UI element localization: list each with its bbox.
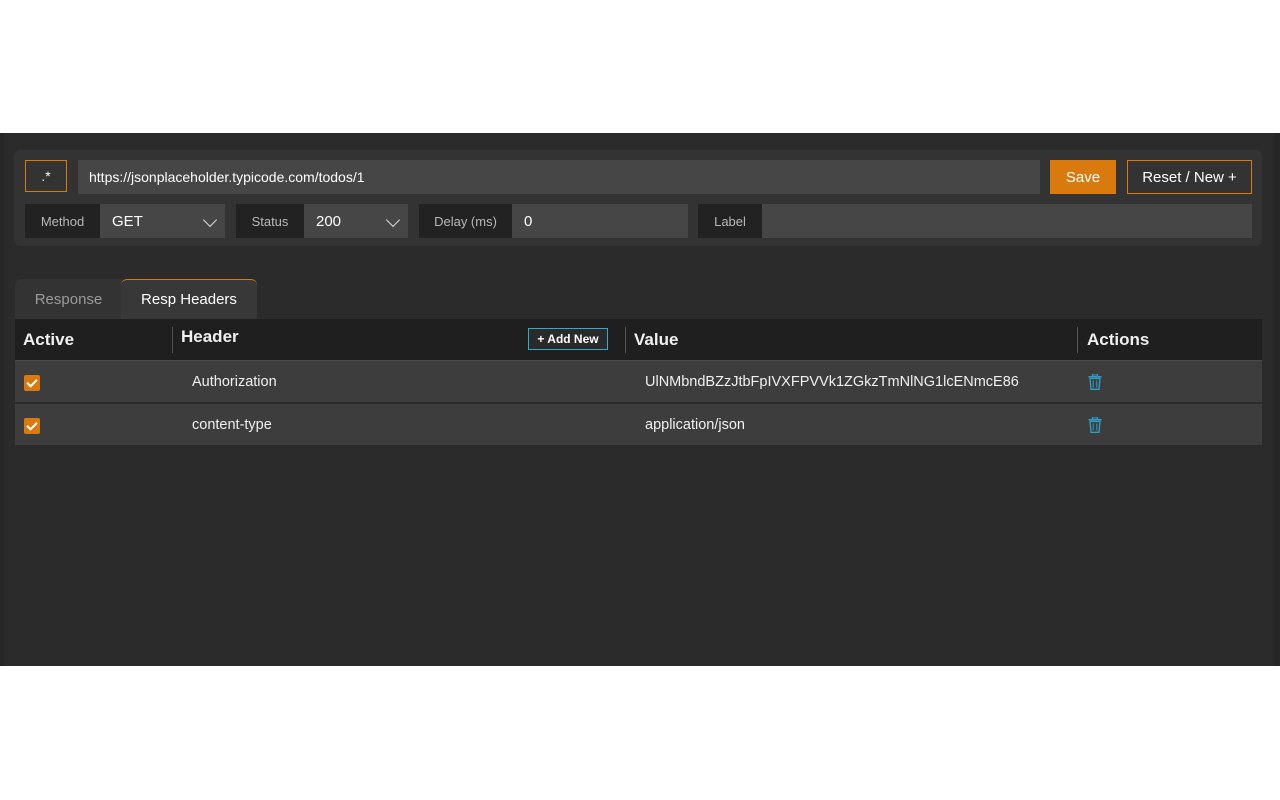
tab-resp-headers[interactable]: Resp Headers: [121, 279, 257, 319]
method-select-value: GET: [112, 212, 143, 230]
regex-toggle-button[interactable]: .*: [25, 160, 67, 192]
column-header-value: Value: [634, 329, 679, 349]
add-new-header-button[interactable]: + Add New: [528, 328, 608, 350]
headers-table: Active Header + Add New Value Actions Au…: [15, 319, 1262, 447]
app-window: .* https://jsonplaceholder.typicode.com/…: [0, 133, 1280, 666]
trash-icon[interactable]: [1088, 374, 1102, 390]
header-value-cell[interactable]: application/json: [645, 404, 745, 445]
column-divider: [1077, 327, 1078, 353]
column-header-actions: Actions: [1087, 329, 1150, 349]
table-header-row: Active Header + Add New Value Actions: [15, 319, 1262, 361]
tab-response[interactable]: Response: [15, 279, 122, 319]
label-field-label: Label: [698, 204, 762, 238]
active-checkbox[interactable]: [24, 375, 40, 391]
delay-input[interactable]: 0: [512, 204, 688, 238]
chevron-down-icon: [385, 212, 401, 228]
header-name-cell[interactable]: Authorization: [192, 361, 277, 402]
rule-config-panel: .* https://jsonplaceholder.typicode.com/…: [14, 150, 1262, 246]
table-row: Authorization UlNMbndBZzJtbFpIVXFPVVk1ZG…: [15, 361, 1262, 404]
table-row: content-type application/json: [15, 404, 1262, 447]
url-input[interactable]: https://jsonplaceholder.typicode.com/tod…: [78, 160, 1040, 194]
window-edge: [0, 133, 4, 666]
column-divider: [172, 327, 173, 353]
label-input[interactable]: [762, 204, 1252, 238]
column-divider: [625, 327, 626, 353]
save-button[interactable]: Save: [1050, 160, 1116, 194]
header-value-cell[interactable]: UlNMbndBZzJtbFpIVXFPVVk1ZGkzTmNlNG1lcENm…: [645, 361, 1019, 402]
trash-icon[interactable]: [1088, 417, 1102, 433]
chevron-down-icon: [202, 212, 218, 228]
status-select-value: 200: [316, 212, 342, 230]
column-header-header: Header: [181, 326, 239, 346]
status-label: Status: [236, 204, 304, 238]
reset-new-button[interactable]: Reset / New +: [1127, 160, 1252, 194]
method-select[interactable]: GET: [100, 204, 225, 238]
delay-label: Delay (ms): [419, 204, 512, 238]
column-header-active: Active: [23, 329, 75, 349]
status-select[interactable]: 200: [304, 204, 408, 238]
method-label: Method: [25, 204, 100, 238]
active-checkbox[interactable]: [24, 418, 40, 434]
window-edge: [1274, 133, 1280, 666]
header-name-cell[interactable]: content-type: [192, 404, 272, 445]
